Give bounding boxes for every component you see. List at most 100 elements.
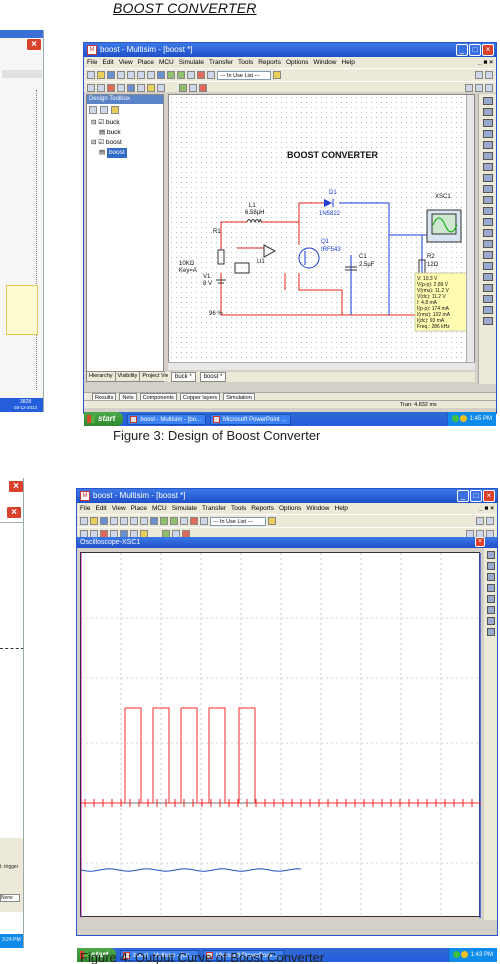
canvas-vertical-scrollbar[interactable] — [466, 95, 474, 363]
place-analog-icon[interactable] — [147, 84, 155, 92]
grapher-icon[interactable] — [200, 517, 208, 525]
folder-icon[interactable] — [111, 106, 119, 114]
four-channel-oscilloscope-icon[interactable] — [482, 141, 493, 149]
place-diode-icon[interactable] — [127, 84, 135, 92]
place-transistor-icon[interactable] — [137, 84, 145, 92]
logic-converter-icon[interactable] — [482, 196, 493, 204]
print-icon[interactable] — [117, 71, 125, 79]
iv-analyzer-icon[interactable] — [482, 207, 493, 215]
menu-options[interactable]: Options — [279, 503, 301, 514]
menu-help[interactable]: Help — [342, 57, 355, 68]
zoom-area-icon[interactable] — [476, 517, 484, 525]
place-basic-icon[interactable] — [117, 84, 125, 92]
menu-simulate[interactable]: Simulate — [179, 57, 204, 68]
oscilloscope-close-button[interactable]: × — [475, 537, 485, 547]
open-icon[interactable] — [90, 517, 98, 525]
help-icon[interactable] — [268, 517, 276, 525]
zoom-out-icon[interactable] — [475, 84, 483, 92]
multimeter-icon[interactable] — [482, 97, 493, 105]
menu-file[interactable]: File — [80, 503, 90, 514]
close-button[interactable]: × — [483, 490, 495, 502]
menu-view[interactable]: View — [119, 57, 133, 68]
spectrum-analyzer-icon[interactable] — [482, 229, 493, 237]
pause-simulation-icon[interactable] — [189, 84, 197, 92]
menu-options[interactable]: Options — [286, 57, 308, 68]
in-use-list-dropdown[interactable]: --- In Use List --- — [210, 516, 266, 526]
tree-item-boost[interactable]: ⊟ ☑ boost — [91, 138, 163, 148]
run-simulation-icon[interactable] — [179, 84, 187, 92]
zoom-area-icon[interactable] — [475, 71, 483, 79]
component-icon[interactable] — [197, 71, 205, 79]
menu-tools[interactable]: Tools — [231, 503, 246, 514]
save-icon[interactable] — [100, 517, 108, 525]
menu-reports[interactable]: Reports — [258, 57, 281, 68]
labview-icon[interactable] — [482, 306, 493, 314]
paste-icon[interactable] — [140, 517, 148, 525]
place-bus-icon[interactable] — [97, 84, 105, 92]
network-analyzer-icon[interactable] — [486, 628, 495, 636]
new-icon[interactable] — [87, 71, 95, 79]
copy-icon[interactable] — [137, 71, 145, 79]
bode-plotter-icon[interactable] — [486, 595, 495, 603]
bode-plotter-icon[interactable] — [482, 152, 493, 160]
in-use-list-dropdown[interactable]: --- In Use List --- — [217, 70, 271, 80]
place-source-icon[interactable] — [107, 84, 115, 92]
menu-view[interactable]: View — [112, 503, 126, 514]
taskbar-item-powerpoint[interactable]: Microsoft PowerPoint ... — [210, 413, 292, 425]
save-icon[interactable] — [107, 71, 115, 79]
minimize-button[interactable]: _ — [457, 490, 469, 502]
menu-tools[interactable]: Tools — [238, 57, 253, 68]
open-sheet-icon[interactable] — [100, 106, 108, 114]
grapher-icon[interactable] — [207, 71, 215, 79]
menu-help[interactable]: Help — [335, 503, 348, 514]
menu-transfer[interactable]: Transfer — [202, 503, 226, 514]
oscilloscope-icon[interactable] — [486, 584, 495, 592]
cut-icon[interactable] — [120, 517, 128, 525]
sheet-tab-boost[interactable]: boost * — [199, 372, 227, 382]
close-button[interactable]: × — [482, 44, 494, 56]
zoom-in-icon[interactable] — [465, 84, 473, 92]
print-icon[interactable] — [110, 517, 118, 525]
distortion-analyzer-icon[interactable] — [482, 218, 493, 226]
menu-edit[interactable]: Edit — [102, 57, 113, 68]
maximize-button[interactable]: □ — [469, 44, 481, 56]
oscilloscope-icon[interactable] — [482, 130, 493, 138]
database-icon[interactable] — [187, 71, 195, 79]
network-analyzer-icon[interactable] — [482, 240, 493, 248]
maximize-button[interactable]: □ — [470, 490, 482, 502]
stop-simulation-icon[interactable] — [199, 84, 207, 92]
component-icon[interactable] — [190, 517, 198, 525]
tree-item-buck-sheet[interactable]: ▤ buck — [91, 128, 163, 138]
menu-transfer[interactable]: Transfer — [209, 57, 233, 68]
multimeter-icon[interactable] — [486, 551, 495, 559]
tektronix-oscilloscope-icon[interactable] — [482, 284, 493, 292]
spectrum-analyzer-icon[interactable] — [486, 617, 495, 625]
canvas-horizontal-scrollbar[interactable] — [168, 362, 475, 370]
toggle-view-icon[interactable] — [167, 71, 175, 79]
word-generator-icon[interactable] — [482, 174, 493, 182]
undo-icon[interactable] — [150, 517, 158, 525]
sheet-tab-buck[interactable]: buck * — [171, 372, 196, 382]
logic-analyzer-icon[interactable] — [486, 606, 495, 614]
help-icon[interactable] — [273, 71, 281, 79]
menu-window[interactable]: Window — [313, 57, 336, 68]
current-probe-icon[interactable] — [482, 317, 493, 325]
menu-edit[interactable]: Edit — [95, 503, 106, 514]
function-generator-icon[interactable] — [486, 562, 495, 570]
taskbar-item-multisim[interactable]: boost - Multisim - [bo... — [127, 413, 207, 425]
minimize-button[interactable]: _ — [456, 44, 468, 56]
wattmeter-icon[interactable] — [482, 119, 493, 127]
copy-icon[interactable] — [130, 517, 138, 525]
menu-simulate[interactable]: Simulate — [172, 503, 197, 514]
agilent-multimeter-icon[interactable] — [482, 262, 493, 270]
toggle-spreadsheet-icon[interactable] — [170, 517, 178, 525]
menu-place[interactable]: Place — [138, 57, 154, 68]
tab-hierarchy[interactable]: Hierarchy — [87, 372, 116, 381]
menu-window[interactable]: Window — [306, 503, 329, 514]
tree-item-buck[interactable]: ⊟ ☑ buck — [91, 118, 163, 128]
measurement-probe-icon[interactable] — [482, 295, 493, 303]
agilent-generator-icon[interactable] — [482, 251, 493, 259]
frequency-counter-icon[interactable] — [482, 163, 493, 171]
menu-mcu[interactable]: MCU — [159, 57, 174, 68]
paste-icon[interactable] — [147, 71, 155, 79]
